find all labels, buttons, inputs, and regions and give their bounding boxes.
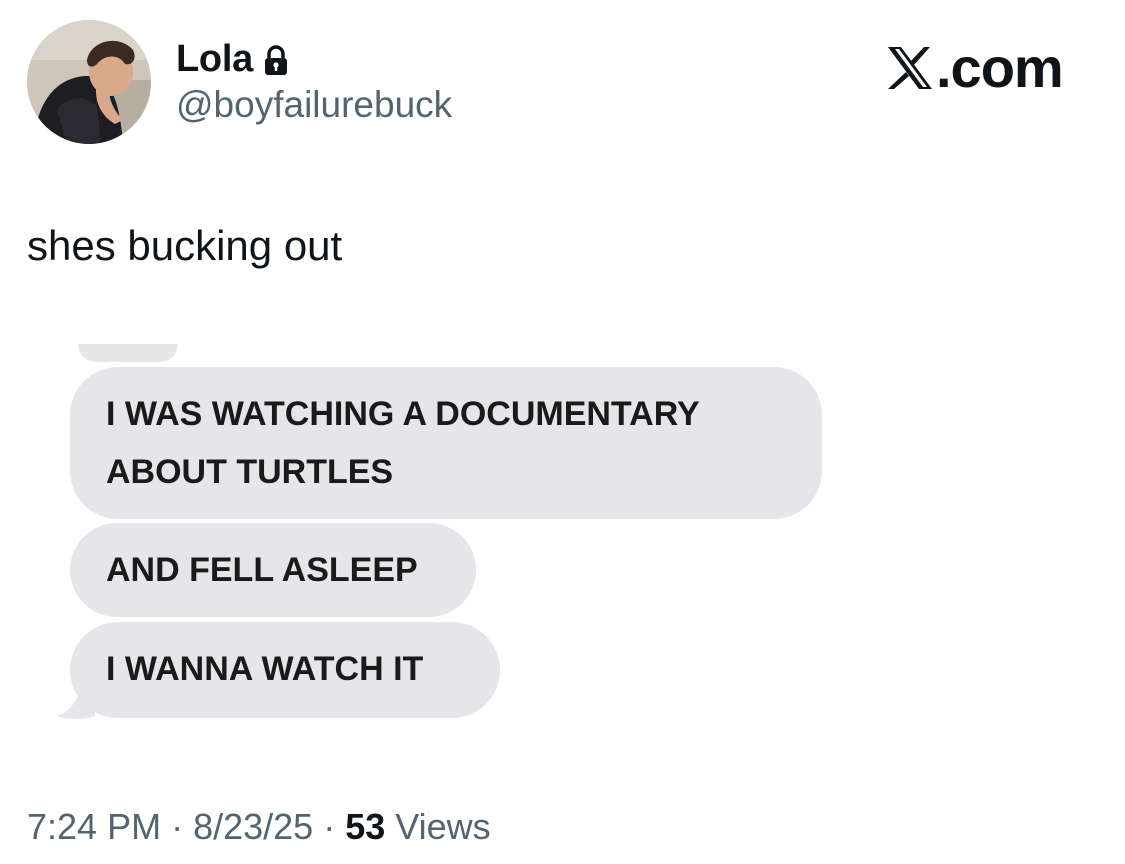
message-bubble: AND FELL ASLEEP xyxy=(70,523,476,617)
views-label: Views xyxy=(385,806,491,847)
author-handle[interactable]: @boyfailurebuck xyxy=(176,84,452,126)
tweet-time[interactable]: 7:24 PM xyxy=(27,806,161,848)
message-bubble-partial xyxy=(78,344,178,362)
tweet-meta: 7:24 PM · 8/23/25 · 53 Views xyxy=(27,806,491,848)
x-brand: .com xyxy=(886,36,1064,99)
avatar[interactable] xyxy=(27,20,151,144)
brand-text: .com xyxy=(936,36,1064,99)
author-name-row: Lola xyxy=(176,38,289,81)
lock-icon xyxy=(264,44,287,75)
views-count: 53 xyxy=(345,806,386,847)
message-bubble: I WAS WATCHING A DOCUMENTARY ABOUT TURTL… xyxy=(70,367,822,519)
tweet-text: shes bucking out xyxy=(27,222,343,269)
meta-separator: · xyxy=(313,806,346,847)
tweet-date[interactable]: 8/23/25 xyxy=(193,806,313,848)
x-logo-icon xyxy=(888,47,932,89)
display-name[interactable]: Lola xyxy=(176,38,253,81)
meta-separator: · xyxy=(161,806,194,847)
message-bubble: I WANNA WATCH IT xyxy=(70,622,500,718)
avatar-photo xyxy=(27,20,151,144)
